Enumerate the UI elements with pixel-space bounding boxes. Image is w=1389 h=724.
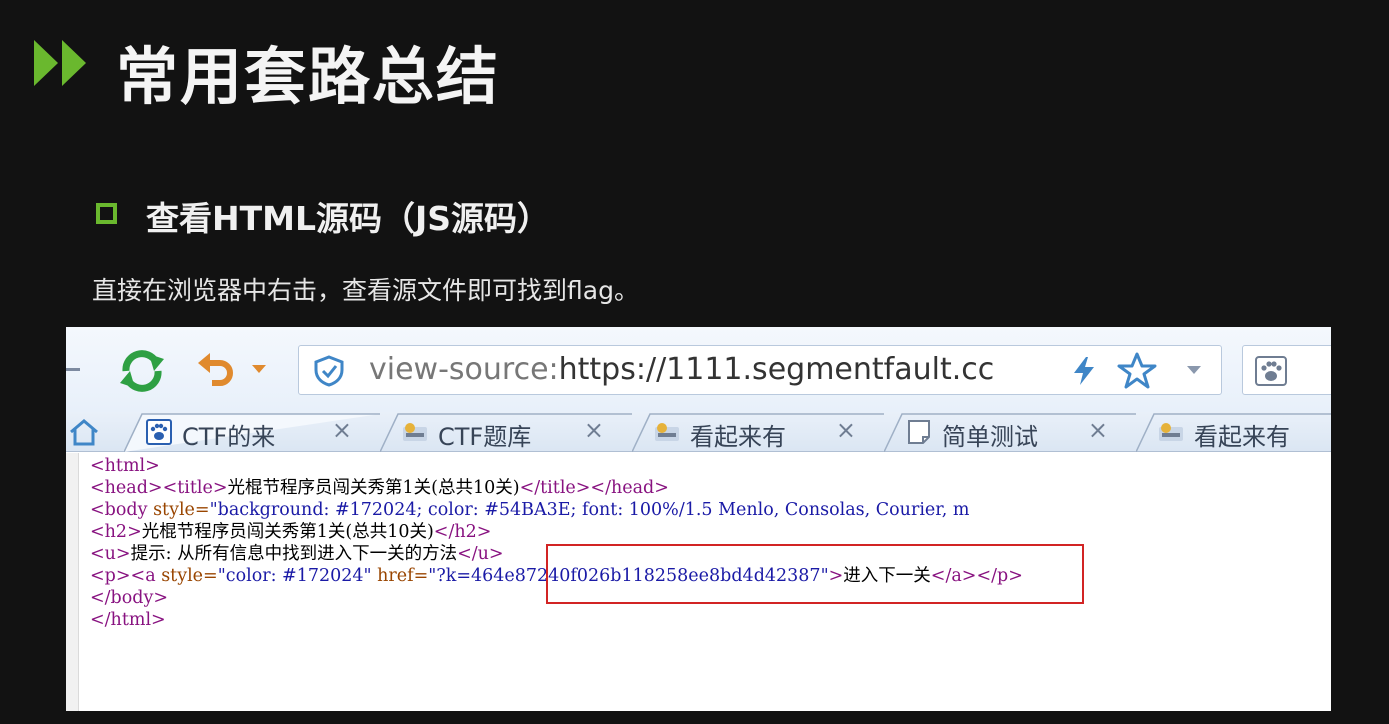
tab-4[interactable]: 简单测试 × <box>884 412 1136 452</box>
source-line-1: <html> <box>90 456 160 476</box>
tab-3[interactable]: 看起来有 × <box>632 412 884 452</box>
source-tag: </u> <box>457 544 504 564</box>
shield-icon <box>314 355 344 387</box>
star-icon[interactable] <box>1117 352 1157 390</box>
menu-dash[interactable] <box>66 368 80 371</box>
tab-label: 简单测试 <box>942 423 1038 451</box>
home-icon[interactable] <box>68 418 100 446</box>
close-icon[interactable]: × <box>1088 416 1108 444</box>
tab-label: CTF题库 <box>438 423 532 451</box>
undo-icon[interactable] <box>196 351 236 391</box>
url-text[interactable]: view-source:https://1111.segmentfault.cc <box>369 352 994 387</box>
source-tag: <body <box>90 500 148 520</box>
url-host: https://1111.segmentfault.cc <box>558 352 995 387</box>
source-tag: <u> <box>90 544 131 564</box>
source-attr: href= <box>371 566 429 586</box>
source-attr: style= <box>155 566 218 586</box>
source-tag: <p><a <box>90 566 156 586</box>
close-icon[interactable]: × <box>836 416 856 444</box>
highlight-box <box>546 544 1084 604</box>
close-icon[interactable]: × <box>332 416 352 444</box>
source-tag: <head><title> <box>90 478 228 498</box>
close-icon[interactable]: × <box>584 416 604 444</box>
source-gutter <box>66 453 79 711</box>
source-value: "background: #172024; color: #54BA3E; fo… <box>209 500 970 520</box>
tab-5[interactable]: 看起来有 <box>1136 412 1331 452</box>
source-value: "color: #172024" <box>217 566 372 586</box>
source-attr: style= <box>147 500 210 520</box>
source-text: 提示: 从所有信息中找到进入下一关的方法 <box>130 544 458 564</box>
undo-dropdown-icon[interactable] <box>252 365 266 373</box>
source-line-7: </body> <box>90 588 169 608</box>
url-dropdown-icon[interactable] <box>1187 366 1201 374</box>
address-bar[interactable]: view-source:https://1111.segmentfault.cc <box>298 345 1222 395</box>
tab-label: 看起来有 <box>1194 423 1290 451</box>
browser-toolbar: view-source:https://1111.segmentfault.cc <box>66 327 1331 412</box>
site-icon <box>1159 423 1183 441</box>
double-arrow-icon <box>34 40 86 86</box>
source-tag: </title></head> <box>519 478 669 498</box>
tab-bar: CTF的来 × CTF题库 × 看起来有 × 简单测试 × 看起来有 <box>66 412 1331 452</box>
search-box[interactable] <box>1242 345 1331 395</box>
source-tag: </h2> <box>433 522 492 542</box>
slide-body-text: 直接在浏览器中右击，查看源文件即可找到flag。 <box>92 276 639 305</box>
url-prefix: view-source: <box>369 352 559 387</box>
source-text: 光棍节程序员闯关秀第1关(总共10关) <box>227 478 520 498</box>
refresh-icon[interactable] <box>118 349 166 393</box>
page-icon <box>908 420 930 444</box>
source-line-8: </html> <box>90 610 166 630</box>
tab-label: 看起来有 <box>690 423 786 451</box>
tab-1[interactable]: CTF的来 × <box>124 412 380 452</box>
bullet-square-icon <box>96 203 117 224</box>
tab-label: CTF的来 <box>182 423 276 451</box>
page-source: <html> <head><title>光棍节程序员闯关秀第1关(总共10关)<… <box>90 455 1023 631</box>
site-icon <box>403 423 427 441</box>
paw-search-icon <box>1255 356 1287 386</box>
bolt-icon[interactable] <box>1071 356 1097 386</box>
site-icon <box>655 423 679 441</box>
slide-subtitle: 查看HTML源码（JS源码） <box>146 199 551 238</box>
source-text: 光棍节程序员闯关秀第1关(总共10关) <box>141 522 434 542</box>
slide-title: 常用套路总结 <box>116 40 501 113</box>
source-tag: <h2> <box>90 522 142 542</box>
browser-screenshot: view-source:https://1111.segmentfault.cc <box>66 327 1331 711</box>
paw-icon <box>146 419 172 445</box>
tab-2[interactable]: CTF题库 × <box>380 412 632 452</box>
